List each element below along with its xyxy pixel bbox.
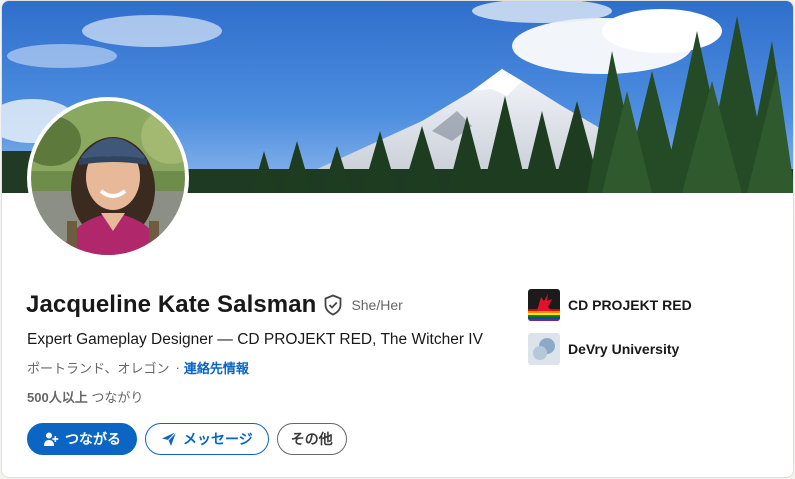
connect-button[interactable]: つながる	[27, 423, 137, 455]
org-item-devry-university[interactable]: DeVry University	[528, 333, 692, 365]
profile-actions: つながる メッセージ その他	[27, 423, 347, 455]
cd-projekt-red-logo	[528, 289, 560, 321]
connections-count[interactable]: 500人以上 つながり	[27, 387, 143, 406]
connections-number: 500人以上	[27, 390, 88, 405]
profile-name: Jacqueline Kate Salsman	[26, 291, 317, 318]
name-row: Jacqueline Kate Salsman She/Her	[26, 291, 403, 319]
devry-university-logo	[528, 333, 560, 365]
profile-avatar[interactable]	[27, 97, 189, 259]
profile-organizations: CD PROJEKT RED DeVry University	[528, 289, 692, 377]
separator-dot: ·	[175, 360, 180, 375]
contact-info-link[interactable]: 連絡先情報	[184, 358, 249, 377]
connections-label: つながり	[91, 390, 144, 405]
person-add-icon	[43, 431, 59, 447]
connect-button-label: つながる	[65, 431, 121, 447]
message-button[interactable]: メッセージ	[145, 423, 269, 455]
send-icon	[161, 431, 177, 447]
message-button-label: メッセージ	[183, 431, 253, 447]
org-name: DeVry University	[568, 341, 680, 357]
profile-card: Jacqueline Kate Salsman She/Her Expert G…	[1, 0, 794, 478]
org-name: CD PROJEKT RED	[568, 297, 692, 313]
org-item-cd-projekt-red[interactable]: CD PROJEKT RED	[528, 289, 692, 321]
profile-pronouns: She/Her	[351, 297, 403, 313]
shield-check-icon[interactable]	[323, 294, 343, 316]
location-row: ポートランド、オレゴン · 連絡先情報	[27, 358, 249, 377]
more-button[interactable]: その他	[276, 423, 347, 455]
profile-headline: Expert Gameplay Designer — CD PROJEKT RE…	[27, 331, 483, 348]
profile-location: ポートランド、オレゴン	[27, 361, 170, 376]
